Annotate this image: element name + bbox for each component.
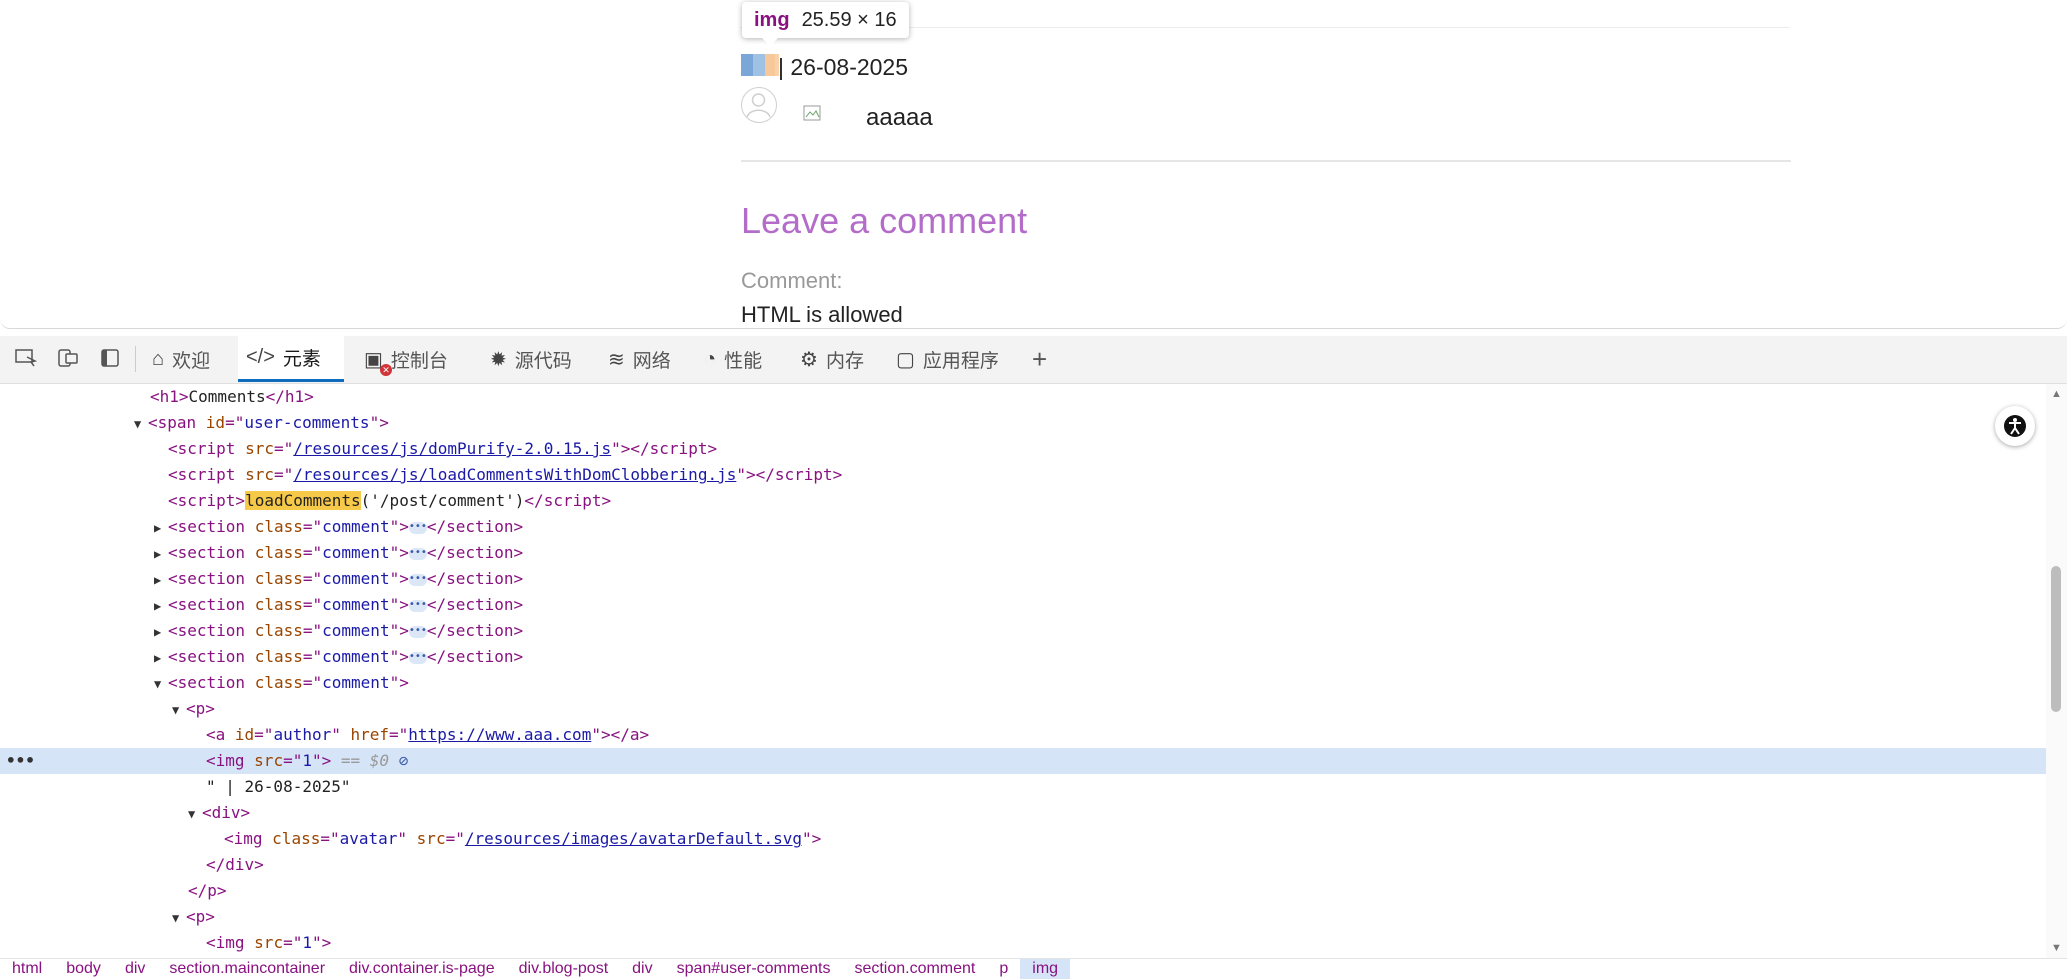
tab-label: 控制台: [390, 350, 448, 372]
dom-node[interactable]: ▼ <span id="user-comments">: [0, 410, 2046, 436]
tab-application[interactable]: ▢ 应用程序: [888, 336, 1007, 382]
scrollbar-thumb[interactable]: [2051, 566, 2061, 712]
dom-node[interactable]: <script src="/resources/js/domPurify-2.0…: [0, 436, 2046, 462]
more-options-icon[interactable]: •••: [6, 748, 35, 774]
tab-memory[interactable]: ⚙ 内存: [792, 336, 872, 382]
accessibility-icon[interactable]: [1995, 406, 2035, 446]
tab-label: 网络: [632, 350, 671, 372]
chip-icon: ⚙: [800, 348, 818, 371]
scroll-down-icon[interactable]: ▼: [2051, 942, 2062, 954]
breadcrumb-item[interactable]: div: [620, 959, 664, 979]
inspect-element-icon[interactable]: [14, 346, 38, 370]
scroll-up-icon[interactable]: ▲: [2051, 388, 2062, 400]
highlighted-image: [741, 54, 779, 76]
tab-label: 源代码: [514, 350, 572, 372]
breadcrumb-item[interactable]: div.blog-post: [507, 959, 621, 979]
html-allowed-note: HTML is allowed: [741, 302, 903, 327]
tab-elements[interactable]: </> 元素: [238, 336, 344, 382]
bug-icon: ✹: [490, 348, 507, 371]
dom-node[interactable]: <img class="avatar" src="/resources/imag…: [0, 826, 2046, 852]
tooltip-dimensions: 25.59 × 16: [801, 8, 897, 31]
wifi-icon: ≋: [608, 348, 625, 371]
dom-node[interactable]: <script src="/resources/js/loadCommentsW…: [0, 462, 2046, 488]
breadcrumb-item[interactable]: section.comment: [842, 959, 987, 979]
gauge-icon: ◔: [704, 347, 717, 370]
breadcrumb-item[interactable]: span#user-comments: [665, 959, 843, 979]
dom-node[interactable]: ▶ <section class="comment">•••</section>: [0, 618, 2046, 644]
source-link: /resources/images/avatarDefault.svg: [464, 829, 802, 848]
ellipsis-icon: •••: [408, 520, 427, 534]
source-link: /resources/js/domPurify-2.0.15.js: [293, 439, 612, 458]
breadcrumb-item[interactable]: p: [987, 959, 1020, 979]
dom-node[interactable]: ▶ <section class="comment">•••</section>: [0, 514, 2046, 540]
dom-node[interactable]: <h1>Comments</h1>: [0, 384, 2046, 410]
ellipsis-icon: •••: [408, 650, 427, 664]
divider: [741, 160, 1791, 162]
dock-panel-icon[interactable]: [98, 346, 122, 370]
breadcrumb: html body div section.maincontainer div.…: [0, 958, 2067, 979]
error-badge-icon: ✕: [380, 364, 392, 376]
tab-network[interactable]: ≋ 网络: [600, 336, 679, 382]
tab-label: 性能: [724, 350, 763, 372]
dom-node[interactable]: <img src="1">: [0, 930, 2046, 956]
devtools-toolbar: ⌂ 欢迎 </> 元素 ▣ 控制台 ✕ ✹ 源代码 ≋ 网络 ◔ 性能 ⚙ 内存…: [0, 336, 2067, 384]
app-icon: ▢: [896, 348, 915, 371]
tab-label: 内存: [825, 350, 864, 372]
dom-node[interactable]: ▼ <p>: [0, 904, 2046, 930]
comment-date: | 26-08-2025: [778, 54, 909, 80]
breadcrumb-item[interactable]: html: [0, 959, 54, 979]
dom-node[interactable]: </p>: [0, 878, 2046, 904]
breadcrumb-item[interactable]: div.container.is-page: [337, 959, 507, 979]
broken-image-icon: [803, 105, 825, 123]
node-link-icon: ⊘: [398, 751, 409, 770]
dom-node[interactable]: ▶ <section class="comment">•••</section>: [0, 540, 2046, 566]
dom-node[interactable]: ▶ <section class="comment">•••</section>: [0, 592, 2046, 618]
code-icon: </>: [246, 346, 275, 368]
tab-label: 元素: [282, 349, 321, 370]
add-tab-button[interactable]: +: [1024, 336, 1055, 382]
dom-node[interactable]: <a id="author" href="https://www.aaa.com…: [0, 722, 2046, 748]
tooltip-tag: img: [754, 8, 790, 31]
dom-node-selected[interactable]: <img src="1"> == $0 ⊘: [0, 748, 2046, 774]
dom-node[interactable]: " | 26-08-2025": [0, 774, 2046, 800]
tab-sources[interactable]: ✹ 源代码: [482, 336, 580, 382]
ellipsis-icon: •••: [408, 546, 427, 560]
breadcrumb-item[interactable]: div: [113, 959, 157, 979]
dom-node[interactable]: ▼ <p>: [0, 696, 2046, 722]
breadcrumb-item[interactable]: section.maincontainer: [157, 959, 337, 979]
inspect-tooltip: img 25.59 × 16: [742, 2, 909, 46]
scrollbar[interactable]: ▲ ▼: [2046, 384, 2067, 958]
home-icon: ⌂: [152, 347, 165, 370]
ellipsis-icon: •••: [408, 624, 427, 638]
source-link: /resources/js/loadCommentsWithDomClobber…: [293, 465, 737, 484]
tab-console[interactable]: ▣ 控制台: [356, 336, 456, 382]
dom-node[interactable]: ▶ <section class="comment">•••</section>: [0, 566, 2046, 592]
plus-icon: +: [1032, 343, 1048, 374]
tab-label: 应用程序: [922, 350, 999, 372]
tab-label: 欢迎: [172, 350, 211, 372]
leave-comment-heading: Leave a comment: [741, 200, 1028, 241]
comment-label: Comment:: [741, 268, 843, 293]
breadcrumb-item-active[interactable]: img: [1020, 959, 1071, 979]
comment-text: aaaaa: [866, 104, 933, 131]
breadcrumb-item[interactable]: body: [54, 959, 113, 979]
ellipsis-icon: •••: [408, 572, 427, 586]
search-highlight: loadComments: [245, 491, 361, 510]
avatar-icon: [741, 87, 777, 123]
ellipsis-icon: •••: [408, 598, 427, 612]
source-link: https://www.aaa.com: [408, 725, 592, 744]
rendered-page: img 25.59 × 16 | 26-08-2025 aaaaa Leave …: [0, 0, 2067, 329]
tab-welcome[interactable]: ⌂ 欢迎: [144, 336, 218, 382]
dom-node[interactable]: <script>loadComments('/post/comment')</s…: [0, 488, 2046, 514]
dom-tree: <h1>Comments</h1> ▼ <span id="user-commen…: [0, 384, 2046, 958]
device-emulation-icon[interactable]: [56, 346, 80, 370]
dom-node[interactable]: ▶ <section class="comment">•••</section>: [0, 644, 2046, 670]
dom-node[interactable]: ▼ <div>: [0, 800, 2046, 826]
dom-node[interactable]: </div>: [0, 852, 2046, 878]
dom-node[interactable]: ▼ <section class="comment">: [0, 670, 2046, 696]
tab-performance[interactable]: ◔ 性能: [696, 336, 770, 382]
